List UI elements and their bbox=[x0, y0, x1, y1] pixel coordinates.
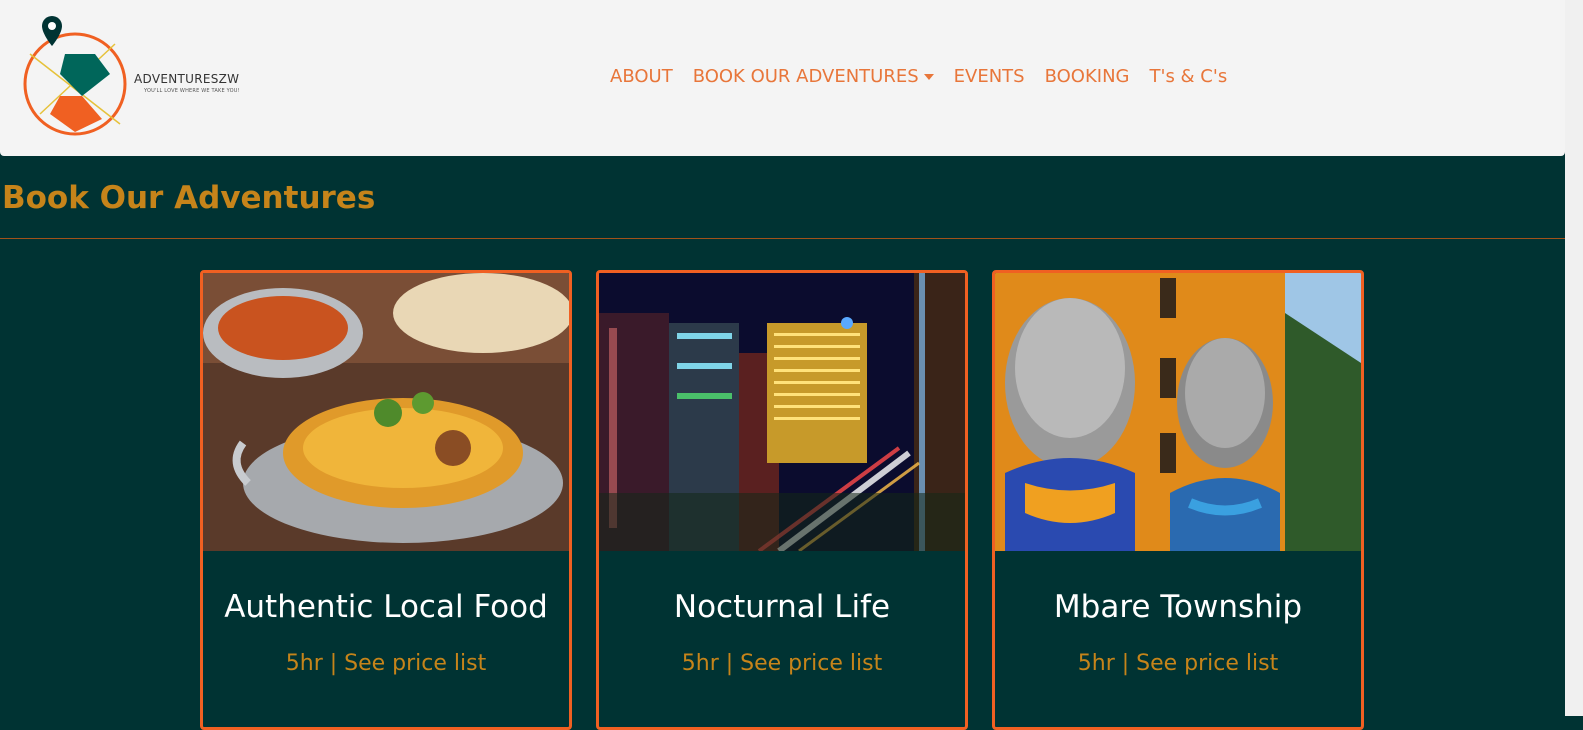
nav-book-our-adventures[interactable]: BOOK OUR ADVENTURES bbox=[693, 66, 934, 87]
card-meta-link[interactable]: 5hr | See price list bbox=[203, 651, 569, 676]
brand-tagline: YOU'LL LOVE WHERE WE TAKE YOU! bbox=[144, 88, 240, 94]
main-nav: ABOUT BOOK OUR ADVENTURES EVENTS BOOKING… bbox=[610, 66, 1227, 87]
divider bbox=[0, 238, 1565, 239]
card-meta-link[interactable]: 5hr | See price list bbox=[995, 651, 1361, 676]
logo-mark-icon bbox=[23, 16, 127, 136]
food-bowl-image bbox=[203, 273, 569, 551]
card-meta-link[interactable]: 5hr | See price list bbox=[599, 651, 965, 676]
caret-down-icon bbox=[923, 74, 934, 80]
mural-image bbox=[995, 273, 1361, 551]
city-night-image bbox=[599, 273, 965, 551]
card-title: Authentic Local Food bbox=[224, 589, 548, 625]
nav-book-label: BOOK OUR ADVENTURES bbox=[692, 66, 919, 87]
nav-terms[interactable]: T's & C's bbox=[1150, 66, 1228, 87]
adventure-card-mbare[interactable]: Mbare Township 5hr | See price list bbox=[992, 270, 1364, 730]
page-title: Book Our Adventures bbox=[2, 180, 376, 216]
nav-booking[interactable]: BOOKING bbox=[1045, 66, 1130, 87]
adventure-card-food[interactable]: Authentic Local Food 5hr | See price lis… bbox=[200, 270, 572, 730]
card-title: Nocturnal Life bbox=[673, 589, 891, 625]
nav-about[interactable]: ABOUT bbox=[610, 66, 673, 87]
card-title: Mbare Township bbox=[1053, 589, 1303, 625]
nav-events[interactable]: EVENTS bbox=[954, 66, 1025, 87]
page-scrollbar[interactable] bbox=[1565, 0, 1583, 716]
brand-name: ADVENTURESZW bbox=[134, 72, 240, 86]
adventure-card-nightlife[interactable]: Nocturnal Life 5hr | See price list bbox=[596, 270, 968, 730]
navbar: ADVENTURESZW YOU'LL LOVE WHERE WE TAKE Y… bbox=[0, 0, 1565, 156]
